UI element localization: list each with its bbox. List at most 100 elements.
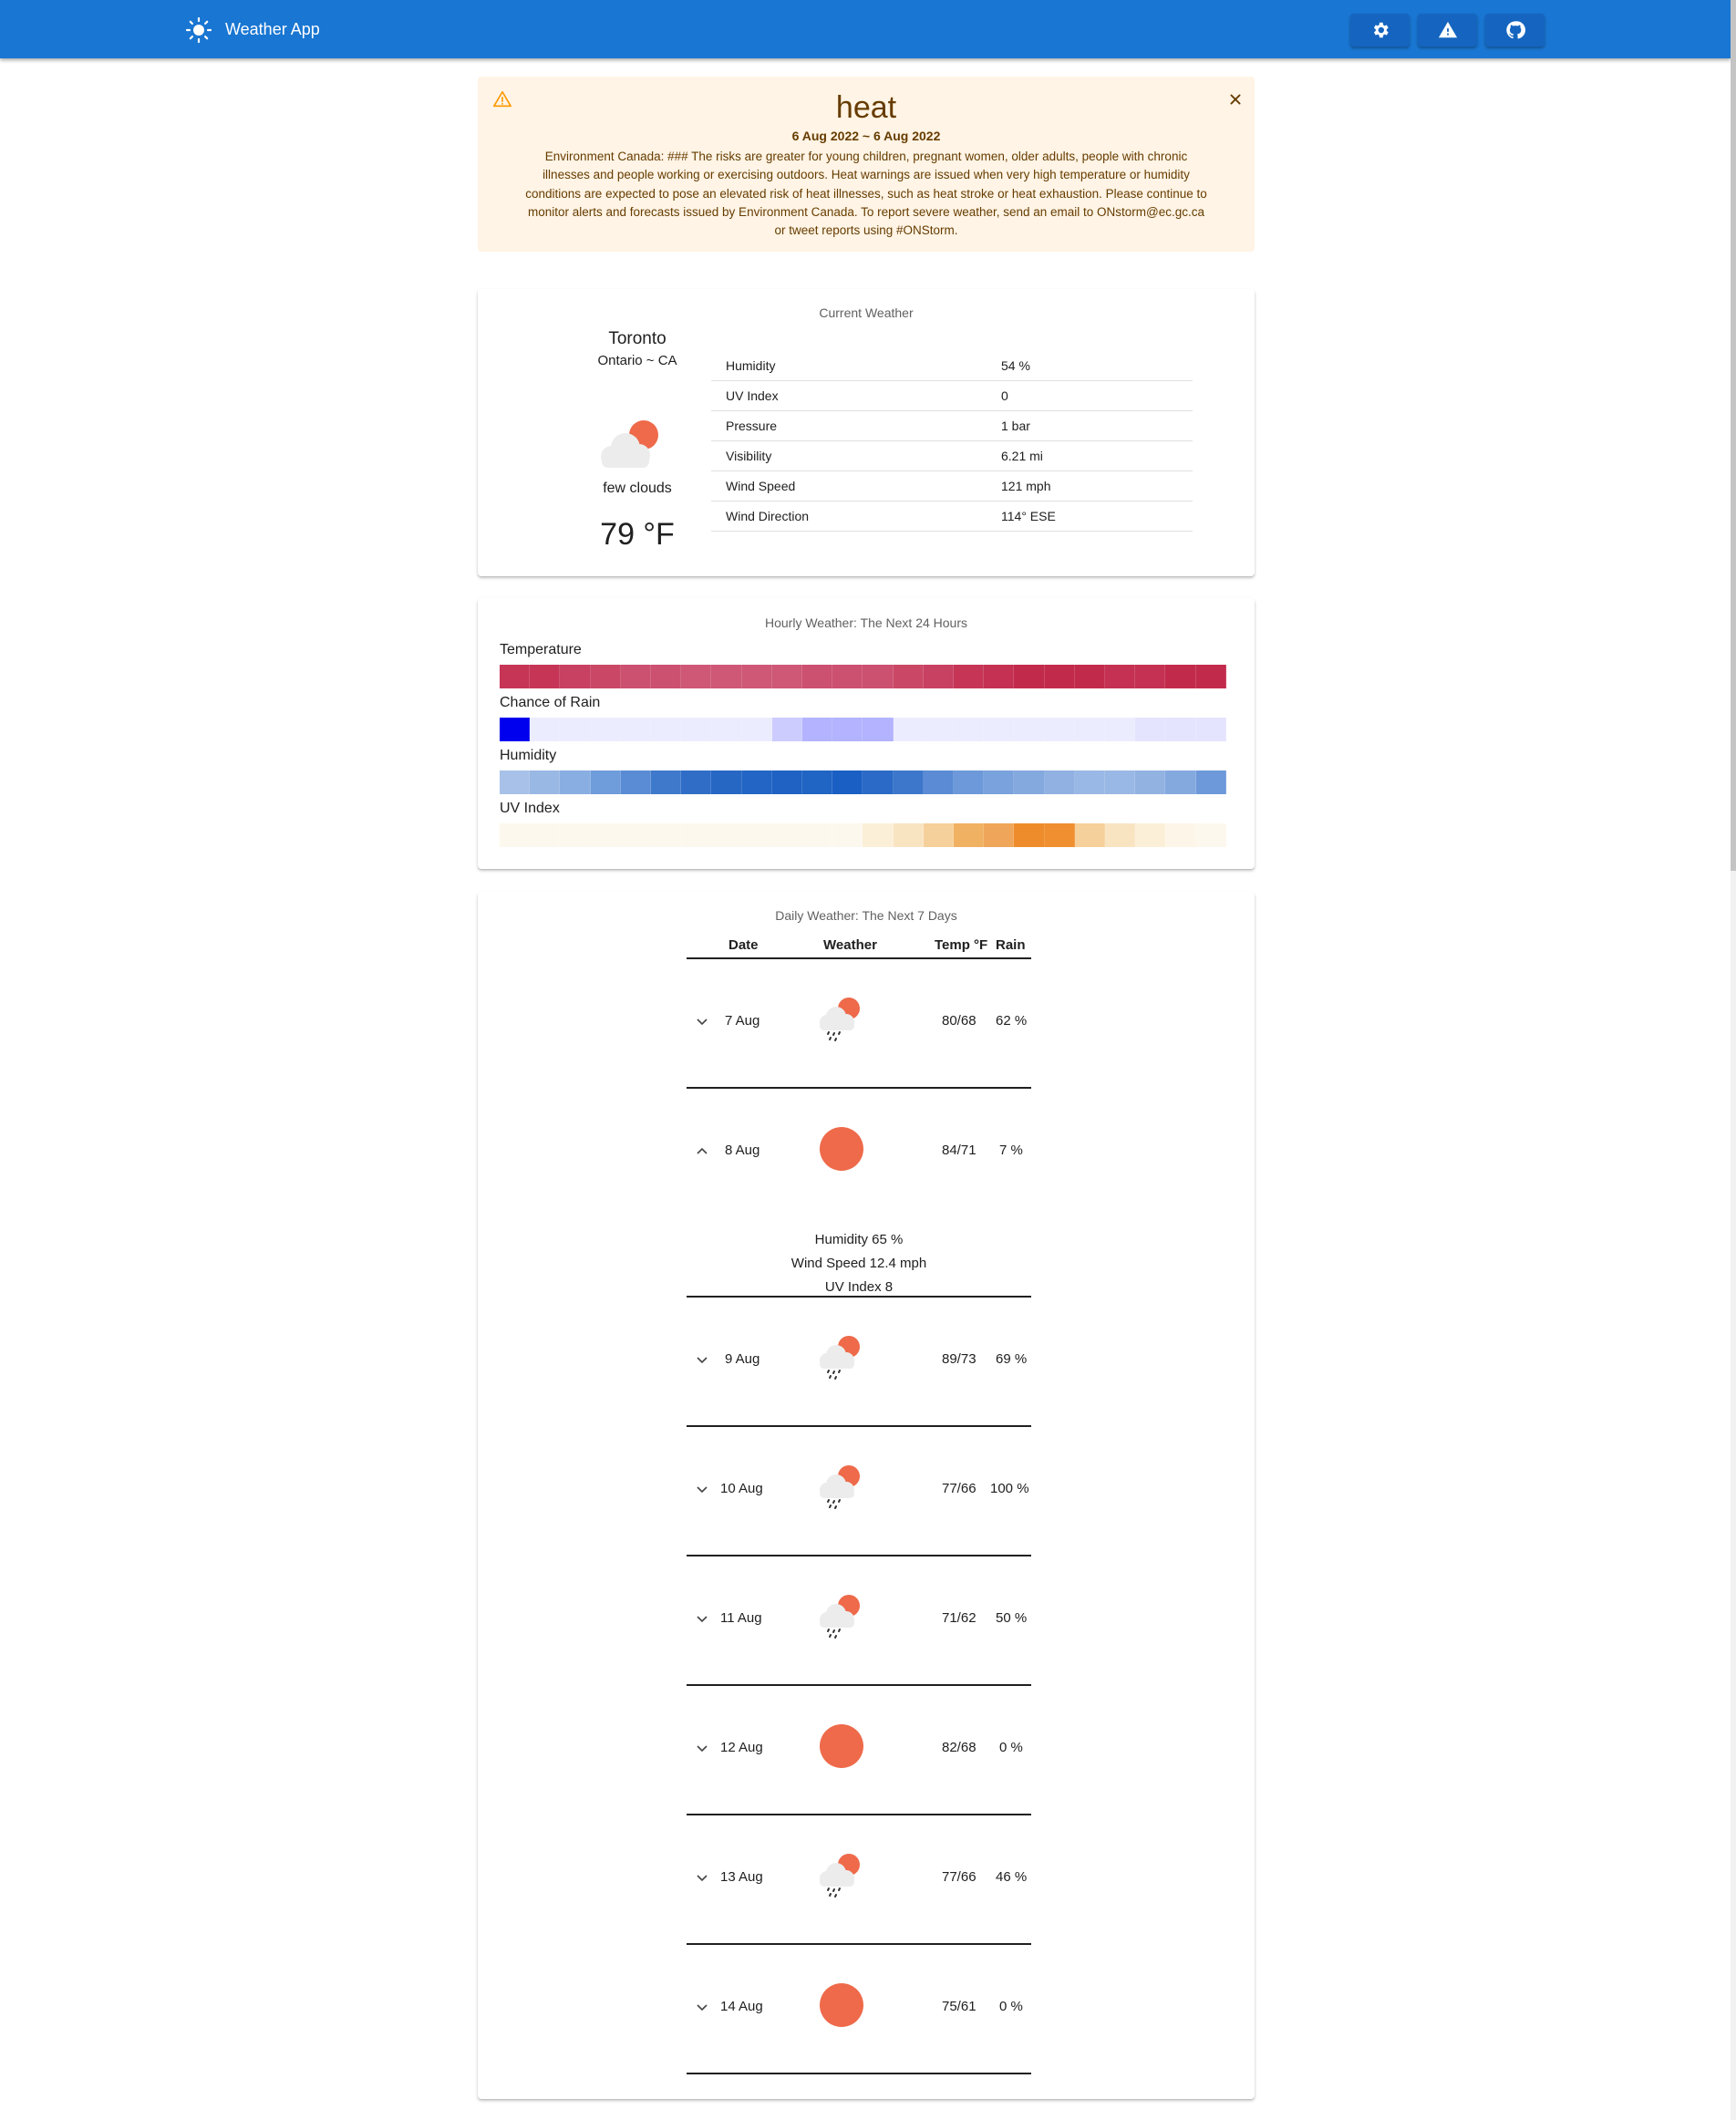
hour-cell	[741, 665, 772, 688]
hour-cell	[863, 823, 894, 847]
day-detail-line: Humidity 65 %	[814, 1232, 904, 1247]
hour-cell	[863, 718, 894, 741]
stat-value: 54 %	[1001, 358, 1030, 373]
hour-cell	[681, 665, 712, 688]
hour-cell	[1195, 770, 1226, 794]
hour-cell	[1165, 718, 1196, 741]
stat-value: 1 bar	[1001, 419, 1030, 433]
stat-row-pressure: Pressure 1 bar	[711, 411, 1193, 441]
hour-cell	[984, 823, 1015, 847]
day-rain-chance: 62 %	[996, 1013, 1028, 1029]
hour-cell	[1195, 823, 1226, 847]
hourly-uv-bar	[500, 823, 1226, 847]
day-temperature: 89/73	[942, 1351, 976, 1367]
stat-row-humidity: Humidity 54 %	[711, 351, 1193, 381]
chevron-down-icon[interactable]	[694, 1610, 710, 1627]
hour-cell	[1165, 823, 1196, 847]
daily-row[interactable]: 9 Aug 89/73 69 %	[687, 1298, 1031, 1427]
daily-row[interactable]: 13 Aug 77/66 46 %	[687, 1815, 1031, 1945]
day-date: 14 Aug	[720, 1999, 763, 2014]
daily-row[interactable]: 7 Aug 80/68 62 %	[687, 959, 1031, 1089]
daily-row[interactable]: 8 Aug 84/71 7 % Humidity 65 % Wind Speed 12.…	[687, 1089, 1031, 1298]
alert-title: heat	[835, 90, 897, 125]
chevron-down-icon[interactable]	[694, 1869, 710, 1886]
hour-cell	[893, 665, 924, 688]
rain-icon	[814, 1589, 869, 1644]
chevron-down-icon[interactable]	[694, 1999, 710, 2015]
hour-cell	[832, 823, 863, 847]
hourly-humidity-bar	[500, 770, 1226, 794]
hour-cell	[1044, 770, 1075, 794]
hour-cell	[1135, 718, 1166, 741]
daily-row[interactable]: 11 Aug 71/62 50 %	[687, 1556, 1031, 1686]
hour-cell	[1105, 823, 1136, 847]
hour-cell	[711, 665, 742, 688]
hourly-temperature-label: Temperature	[500, 642, 582, 657]
hourly-rain-bar	[500, 718, 1226, 741]
hour-cell	[500, 718, 531, 741]
day-rain-chance: 46 %	[996, 1869, 1028, 1885]
daily-row[interactable]: 12 Aug 82/68 0 %	[687, 1686, 1031, 1815]
day-rain-chance: 100 %	[990, 1481, 1029, 1496]
page-scrollbar[interactable]	[1731, 0, 1736, 2120]
hour-cell	[681, 770, 712, 794]
day-rain-chance: 50 %	[996, 1610, 1028, 1626]
daily-weather-card: Daily Weather: The Next 7 Days Date Weat…	[478, 892, 1255, 2099]
hour-cell	[1135, 665, 1166, 688]
day-details: Humidity 65 % Wind Speed 12.4 mph UV Index…	[687, 1228, 1031, 1299]
chevron-down-icon[interactable]	[694, 1013, 710, 1029]
chevron-down-icon[interactable]	[694, 1351, 710, 1368]
hour-cell	[590, 770, 621, 794]
app-bar: Weather App	[0, 0, 1731, 58]
chevron-down-icon[interactable]	[694, 1481, 710, 1497]
hour-cell	[1074, 770, 1106, 794]
rain-icon	[814, 1330, 869, 1385]
alerts-button[interactable]	[1418, 14, 1477, 47]
daily-row[interactable]: 14 Aug 75/61 0 %	[687, 1945, 1031, 2074]
rain-icon	[814, 992, 869, 1047]
hour-cell	[893, 823, 924, 847]
hour-cell	[802, 823, 833, 847]
hour-cell	[1165, 770, 1196, 794]
hour-cell	[651, 770, 682, 794]
hour-cell	[984, 665, 1015, 688]
hour-cell	[590, 665, 621, 688]
chevron-down-icon[interactable]	[694, 1740, 710, 1756]
hour-cell	[741, 770, 772, 794]
hour-cell	[500, 770, 531, 794]
hour-cell	[954, 823, 985, 847]
hour-cell	[1135, 823, 1166, 847]
hour-cell	[923, 770, 955, 794]
hour-cell	[530, 823, 561, 847]
sun-icon	[814, 1719, 869, 1774]
hour-cell	[832, 770, 863, 794]
warning-icon	[1438, 21, 1457, 38]
app-title: Weather App	[225, 20, 320, 38]
hour-cell	[651, 665, 682, 688]
day-temperature: 84/71	[942, 1143, 976, 1158]
hour-cell	[560, 665, 591, 688]
hour-cell	[1044, 823, 1075, 847]
hour-cell	[560, 770, 591, 794]
hour-cell	[651, 718, 682, 741]
hour-cell	[893, 718, 924, 741]
hourly-uv-label: UV Index	[500, 801, 560, 816]
daily-row[interactable]: 10 Aug 77/66 100 %	[687, 1427, 1031, 1556]
hour-cell	[530, 665, 561, 688]
hour-cell	[1165, 665, 1196, 688]
hour-cell	[620, 665, 652, 688]
stat-value: 121 mph	[1001, 479, 1051, 493]
column-header-temp: Temp °F	[935, 937, 988, 953]
daily-rows: 7 Aug 80/68 62 % 8 Aug 84/71 7 % Humidity 65 %…	[687, 959, 1031, 2074]
github-icon	[1505, 21, 1525, 39]
hour-cell	[500, 823, 531, 847]
day-temperature: 75/61	[942, 1999, 976, 2014]
github-button[interactable]	[1485, 14, 1545, 47]
chevron-up-icon[interactable]	[694, 1143, 710, 1159]
scrollbar-thumb[interactable]	[1731, 0, 1736, 871]
day-date: 11 Aug	[720, 1610, 762, 1626]
settings-button[interactable]	[1350, 14, 1410, 47]
hourly-weather-card: Hourly Weather: The Next 24 Hours Temper…	[478, 598, 1255, 869]
hour-cell	[893, 770, 924, 794]
city-name: Toronto	[608, 329, 666, 348]
